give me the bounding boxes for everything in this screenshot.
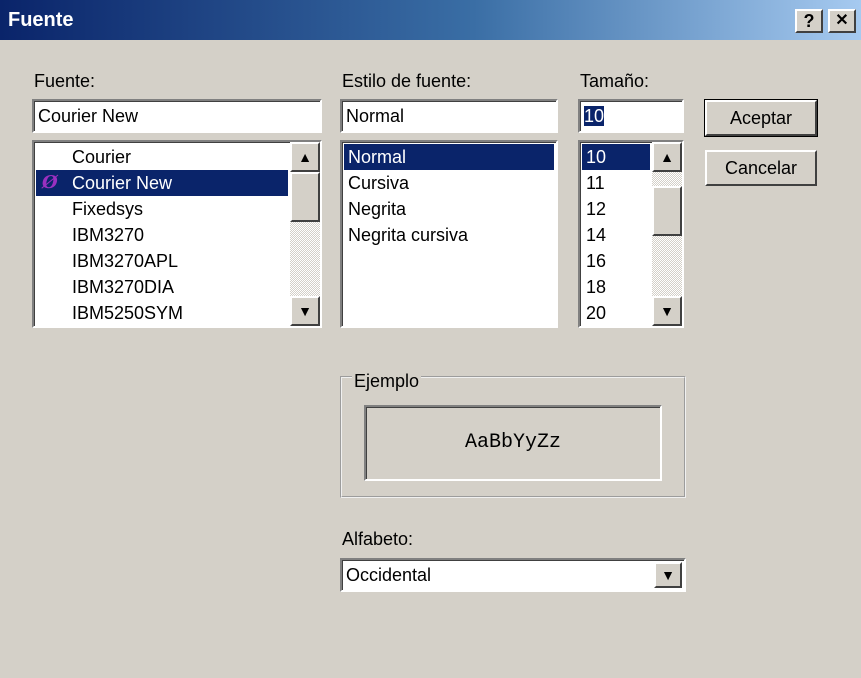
size-list-item-label: 16	[586, 251, 607, 271]
size-list[interactable]: 20 18 16 14 12 11 10 ▲ ▼	[578, 140, 684, 328]
font-list-item[interactable]: IBM3270DIA	[36, 274, 288, 300]
font-list-item-label: Courier	[72, 147, 132, 167]
cancel-button[interactable]: Cancelar	[705, 150, 817, 186]
font-list-item[interactable]: Ø Courier New	[36, 170, 288, 196]
size-input-selected-text: 10	[584, 106, 605, 126]
style-label: Estilo de fuente:	[342, 71, 472, 91]
truetype-font-icon: Ø	[42, 172, 58, 193]
script-dropdown-button[interactable]: ▼	[654, 562, 682, 588]
style-list-item[interactable]: Negrita	[344, 196, 554, 222]
script-combobox[interactable]: Occidental ▼	[340, 558, 686, 592]
chevron-down-icon: ▼	[661, 567, 675, 583]
size-list-item[interactable]: 18	[582, 274, 650, 300]
style-list-item-label: Negrita	[348, 199, 407, 219]
font-list-item[interactable]: IBM3270APL	[36, 248, 288, 274]
font-list-item-label: IBM3270	[72, 225, 145, 245]
font-list-item-label: IBM3270APL	[72, 251, 179, 271]
font-scroll-up-button[interactable]: ▲	[290, 142, 320, 172]
font-list-item-label: Courier New	[72, 173, 173, 193]
size-input[interactable]: 10	[578, 99, 684, 133]
font-scroll-thumb[interactable]	[290, 172, 320, 222]
script-value: Occidental	[346, 565, 432, 585]
size-list-item[interactable]: 20	[582, 300, 650, 326]
style-list-item[interactable]: Normal	[344, 144, 554, 170]
font-list-item-label: IBM5250SYM	[72, 303, 184, 323]
font-list-item[interactable]: Courier	[36, 144, 288, 170]
window-title: Fuente	[8, 9, 74, 31]
scroll-up-arrow-icon: ▲	[660, 149, 674, 165]
style-list[interactable]: Negrita cursiva Negrita Cursiva Normal	[340, 140, 558, 328]
font-dialog: Fuente ? ✕ Fuente: Courier New IBM5250SY…	[0, 0, 861, 678]
close-button[interactable]: ✕	[828, 9, 856, 33]
style-list-item-label: Negrita cursiva	[348, 225, 469, 245]
size-list-item-label: 20	[586, 303, 607, 323]
font-list-item[interactable]: IBM5250SYM	[36, 300, 288, 326]
title-bar: Fuente ? ✕	[0, 0, 861, 40]
size-list-item-label: 11	[586, 173, 605, 193]
font-list-item[interactable]: Fixedsys	[36, 196, 288, 222]
style-list-item[interactable]: Negrita cursiva	[344, 222, 554, 248]
font-list-item-label: Fixedsys	[72, 199, 144, 219]
font-label: Fuente:	[34, 71, 96, 91]
font-list-scrollbar[interactable]: ▲ ▼	[290, 142, 320, 326]
font-list-item[interactable]: IBM3270	[36, 222, 288, 248]
style-list-item[interactable]: Cursiva	[344, 170, 554, 196]
size-list-item[interactable]: 10	[582, 144, 650, 170]
size-list-scrollbar[interactable]: ▲ ▼	[652, 142, 682, 326]
size-scroll-thumb[interactable]	[652, 186, 682, 236]
size-list-item[interactable]: 11	[582, 170, 650, 196]
scroll-down-arrow-icon: ▼	[298, 303, 312, 319]
style-list-item-label: Normal	[348, 147, 407, 167]
script-label: Alfabeto:	[342, 529, 414, 549]
font-scroll-down-button[interactable]: ▼	[290, 296, 320, 326]
size-label: Tamaño:	[580, 71, 650, 91]
size-list-item[interactable]: 14	[582, 222, 650, 248]
sample-preview: AaBbYyZz	[364, 405, 662, 481]
style-list-item-label: Cursiva	[348, 173, 410, 193]
style-input[interactable]: Normal	[340, 99, 558, 133]
sample-label: Ejemplo	[352, 370, 422, 392]
font-list-item-label: IBM3270DIA	[72, 277, 175, 297]
size-list-item-label: 10	[586, 147, 607, 167]
scroll-down-arrow-icon: ▼	[660, 303, 674, 319]
size-list-item[interactable]: 12	[582, 196, 650, 222]
size-list-item-label: 18	[586, 277, 607, 297]
size-list-item-label: 12	[586, 199, 607, 219]
size-scroll-down-button[interactable]: ▼	[652, 296, 682, 326]
size-scroll-up-button[interactable]: ▲	[652, 142, 682, 172]
font-list[interactable]: IBM5250SYM IBM3270DIA IBM3270APL IBM3270 Fix…	[32, 140, 322, 328]
help-button[interactable]: ?	[795, 9, 823, 33]
size-list-item-label: 14	[586, 225, 607, 245]
scroll-up-arrow-icon: ▲	[298, 149, 312, 165]
font-name-input[interactable]: Courier New	[32, 99, 322, 133]
size-list-item[interactable]: 16	[582, 248, 650, 274]
ok-button[interactable]: Aceptar	[704, 99, 818, 137]
